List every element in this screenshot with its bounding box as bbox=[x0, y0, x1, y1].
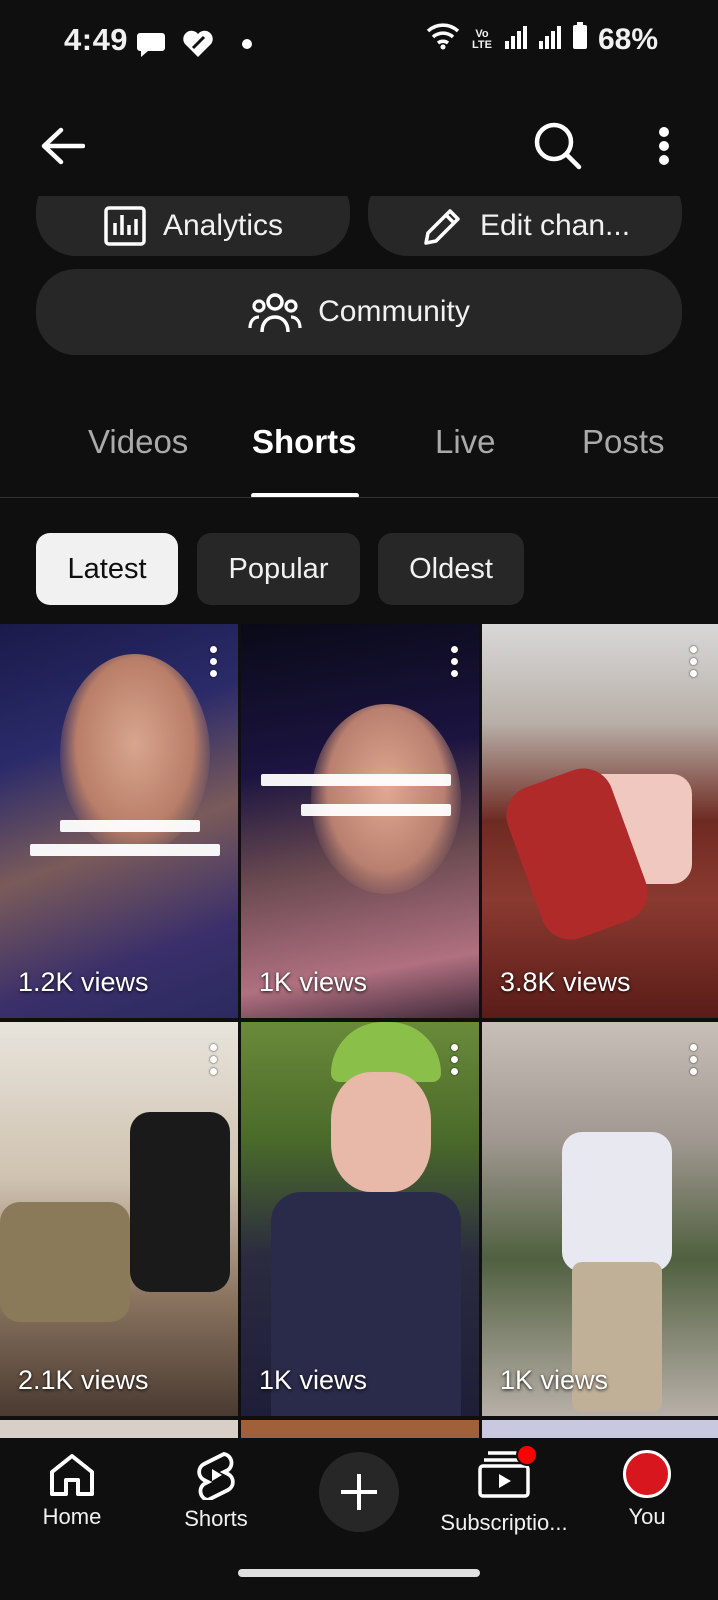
network-type: Vo LTE bbox=[471, 28, 492, 51]
back-button[interactable] bbox=[38, 122, 86, 170]
chip-latest[interactable]: Latest bbox=[36, 533, 178, 605]
short-views: 1K views bbox=[500, 1365, 609, 1395]
short-thumbnail-partial[interactable] bbox=[241, 1420, 479, 1440]
status-time: 4:49 bbox=[64, 22, 129, 57]
caption-overlay bbox=[30, 844, 220, 856]
thumbnail-image bbox=[331, 1072, 431, 1192]
plus-icon bbox=[341, 1474, 377, 1510]
thumbnail-image bbox=[311, 704, 461, 894]
pencil-icon bbox=[424, 209, 460, 245]
community-icon bbox=[248, 293, 302, 333]
nav-shorts-label: Shorts bbox=[184, 1506, 248, 1531]
home-icon bbox=[50, 1454, 94, 1496]
analytics-icon bbox=[104, 206, 146, 246]
tab-shorts[interactable]: Shorts bbox=[252, 423, 357, 461]
community-label: Community bbox=[318, 295, 470, 328]
caption-overlay bbox=[301, 804, 451, 816]
thumbnail-image bbox=[130, 1112, 230, 1292]
short-more-button[interactable] bbox=[210, 1044, 218, 1080]
new-content-badge bbox=[516, 1444, 538, 1466]
short-more-button[interactable] bbox=[690, 646, 698, 682]
thumbnail-image bbox=[562, 1132, 672, 1272]
avatar bbox=[623, 1450, 671, 1498]
analytics-label: Analytics bbox=[162, 209, 284, 242]
shorts-icon bbox=[197, 1452, 235, 1500]
tab-posts[interactable]: Posts bbox=[582, 423, 665, 461]
message-notification-icon bbox=[136, 30, 166, 63]
nav-you[interactable]: You bbox=[616, 1450, 678, 1530]
arrow-left-icon bbox=[41, 127, 85, 165]
short-thumbnail-partial[interactable] bbox=[0, 1420, 238, 1440]
edit-channel-button[interactable]: Edit chan... bbox=[368, 196, 682, 256]
short-thumbnail[interactable]: 2.1K views bbox=[0, 1022, 238, 1416]
nav-home-label: Home bbox=[42, 1504, 102, 1529]
battery-level: 68% bbox=[597, 23, 658, 56]
short-more-button[interactable] bbox=[210, 646, 218, 682]
nav-subscriptions[interactable]: Subscriptio... bbox=[434, 1444, 574, 1536]
chip-oldest[interactable]: Oldest bbox=[378, 533, 524, 605]
heart-notification-icon bbox=[182, 28, 214, 63]
nav-home[interactable]: Home bbox=[36, 1452, 108, 1530]
tabs-divider bbox=[0, 497, 718, 498]
caption-overlay bbox=[60, 820, 200, 832]
tab-videos[interactable]: Videos bbox=[88, 423, 188, 461]
signal-icon-1 bbox=[504, 23, 528, 57]
edit-channel-label: Edit chan... bbox=[479, 209, 631, 242]
more-vertical-icon bbox=[659, 127, 669, 165]
thumbnail-image bbox=[0, 1202, 130, 1322]
short-views: 1K views bbox=[259, 1365, 368, 1395]
caption-overlay bbox=[261, 774, 451, 786]
short-more-button[interactable] bbox=[451, 1044, 459, 1080]
search-button[interactable] bbox=[530, 118, 586, 174]
short-thumbnail[interactable]: 1.2K views bbox=[0, 624, 238, 1018]
signal-icon-2 bbox=[538, 23, 562, 57]
chip-popular[interactable]: Popular bbox=[197, 533, 360, 605]
wifi-icon bbox=[426, 22, 460, 58]
short-views: 1K views bbox=[259, 967, 368, 997]
short-more-button[interactable] bbox=[690, 1044, 698, 1080]
community-button[interactable]: Community bbox=[36, 269, 682, 355]
create-button[interactable] bbox=[319, 1452, 399, 1532]
nav-you-label: You bbox=[628, 1504, 666, 1529]
short-thumbnail[interactable]: 1K views bbox=[241, 1022, 479, 1416]
nav-subscriptions-label: Subscriptio... bbox=[440, 1510, 568, 1535]
channel-actions: Analytics Edit chan... Community bbox=[0, 196, 718, 366]
battery-icon bbox=[572, 22, 588, 58]
status-right: Vo LTE 68% bbox=[426, 22, 658, 58]
short-views: 3.8K views bbox=[500, 967, 631, 997]
more-options-button[interactable] bbox=[648, 122, 680, 170]
short-views: 1.2K views bbox=[18, 967, 149, 997]
short-thumbnail[interactable]: 3.8K views bbox=[482, 624, 718, 1018]
short-thumbnail[interactable]: 1K views bbox=[482, 1022, 718, 1416]
nav-shorts[interactable]: Shorts bbox=[176, 1450, 256, 1532]
notification-dot-icon bbox=[242, 39, 252, 49]
short-views: 2.1K views bbox=[18, 1365, 149, 1395]
analytics-button[interactable]: Analytics bbox=[36, 196, 350, 256]
short-thumbnail[interactable]: 1K views bbox=[241, 624, 479, 1018]
search-icon bbox=[534, 122, 582, 170]
tab-live[interactable]: Live bbox=[435, 423, 496, 461]
short-thumbnail-partial[interactable] bbox=[482, 1420, 718, 1440]
short-more-button[interactable] bbox=[451, 646, 459, 682]
home-indicator[interactable] bbox=[238, 1569, 480, 1577]
